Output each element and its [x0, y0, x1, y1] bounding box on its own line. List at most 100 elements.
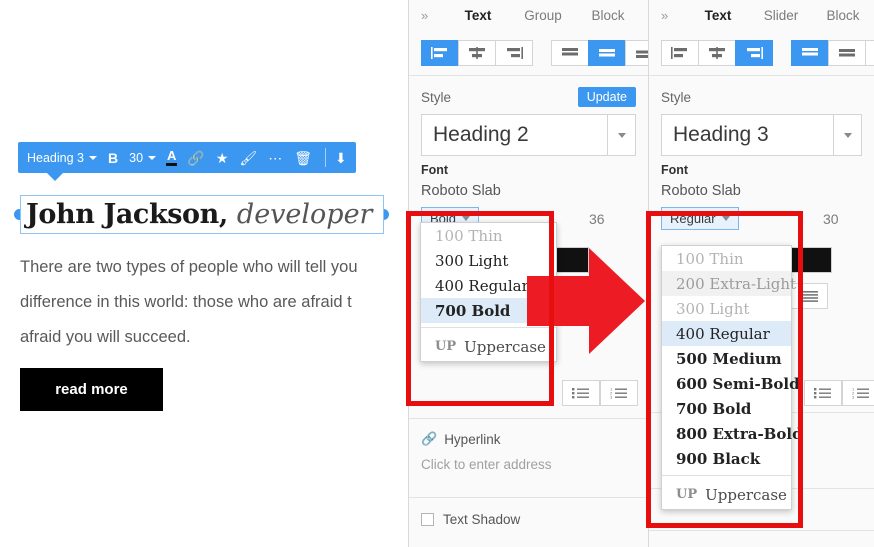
font-size-value[interactable]: 36 — [589, 211, 605, 227]
align-center-icon[interactable] — [698, 39, 736, 66]
weight-option[interactable]: 300 Light — [662, 296, 791, 321]
uppercase-option[interactable]: UP Uppercase — [662, 480, 791, 509]
chevron-down-icon — [89, 155, 97, 160]
toolbar-fontsize-dropdown[interactable]: 30 — [129, 150, 157, 165]
toolbar-style-dropdown[interactable]: Heading 3 — [27, 151, 97, 165]
tab-group[interactable]: Group — [509, 8, 577, 23]
screenshot-root: Heading 3 B 30 A 🔗 ★ 🖌 ⋯ 🗑 ⬇ John Jackso… — [0, 0, 874, 547]
bulleted-list-icon[interactable] — [804, 380, 842, 406]
toolbar-divider — [324, 148, 326, 167]
weight-option[interactable]: 100 Thin — [421, 223, 556, 248]
weight-option[interactable]: 700 Bold — [662, 396, 791, 421]
body-line: There are two types of people who will t… — [20, 258, 358, 276]
hyperlink-row[interactable]: 🔗 Hyperlink — [421, 431, 636, 447]
toolbar-style-label: Heading 3 — [27, 150, 84, 165]
body-line: afraid you will succeed. — [20, 328, 191, 346]
right-style-header: Style — [661, 80, 862, 114]
more-icon[interactable]: ⋯ — [268, 151, 283, 165]
weight-option-selected[interactable]: 400 Regular — [662, 321, 791, 346]
tab-block[interactable]: Block — [813, 8, 873, 23]
style-section-label: Style — [661, 89, 692, 105]
font-size-value[interactable]: 30 — [823, 211, 839, 227]
tab-text[interactable]: Text — [447, 8, 509, 23]
align-right-icon[interactable] — [495, 39, 533, 66]
menu-divider — [662, 475, 791, 476]
link-icon: 🔗 — [421, 431, 438, 446]
star-icon[interactable]: ★ — [216, 151, 229, 165]
align-right-icon[interactable] — [735, 39, 773, 66]
text-shadow-checkbox[interactable] — [421, 513, 434, 526]
weight-option[interactable]: 100 Thin — [662, 246, 791, 271]
font-family-value[interactable]: Roboto Slab — [661, 183, 862, 199]
tab-block[interactable]: Block — [577, 8, 639, 23]
chevron-down-icon[interactable] — [833, 115, 861, 155]
svg-text:3: 3 — [852, 394, 855, 399]
tab-text[interactable]: Text — [687, 8, 749, 23]
middle-text-shadow-row[interactable]: Text Shadow — [409, 497, 648, 541]
trash-icon[interactable]: 🗑 — [294, 151, 312, 165]
toolbar-fontsize-label: 30 — [129, 150, 144, 165]
style-select[interactable]: Heading 3 — [661, 114, 862, 156]
font-label: Font — [661, 163, 689, 177]
valign-top-icon[interactable] — [551, 39, 589, 66]
annotation-right-arrow — [527, 248, 645, 354]
style-select-value: Heading 3 — [673, 123, 769, 146]
style-select-value: Heading 2 — [433, 123, 529, 146]
toolbar-bold-label: B — [108, 149, 119, 166]
align-center-icon[interactable] — [458, 39, 496, 66]
bulleted-list-icon[interactable] — [562, 380, 600, 406]
vertical-align-group — [551, 39, 663, 66]
text-shadow-label: Text Shadow — [443, 512, 521, 527]
middle-style-header: Style Update — [421, 80, 636, 114]
weight-option[interactable]: 500 Medium — [662, 346, 791, 371]
hyperlink-address-input[interactable]: Click to enter address — [421, 457, 636, 472]
toolbar-bold-button[interactable]: B — [108, 150, 118, 166]
vertical-align-group — [791, 39, 874, 66]
horizontal-align-group — [421, 39, 533, 66]
link-icon[interactable]: 🔗 — [187, 151, 204, 165]
valign-bottom-icon[interactable] — [865, 39, 874, 66]
weight-option[interactable]: 200 Extra-Light — [662, 271, 796, 296]
update-button[interactable]: Update — [577, 87, 636, 107]
numbered-list-icon[interactable]: 123 — [600, 380, 638, 406]
chevron-down-icon — [462, 216, 471, 221]
weight-option[interactable]: 600 Semi-Bold — [662, 371, 800, 396]
collapse-chevron-icon[interactable]: » — [421, 8, 447, 23]
right-settings-panel: » Text Slider Block Style Heading 3 Font… — [648, 0, 874, 547]
style-section-label: Style — [421, 89, 452, 105]
right-alignment-row — [649, 30, 874, 76]
right-style-section: Style Heading 3 Font Roboto Slab Regular… — [649, 80, 874, 230]
middle-style-section: Style Update Heading 2 Font Roboto Slab … — [409, 80, 648, 230]
headline-editable-block[interactable]: John Jackson, developer — [20, 195, 384, 234]
right-font-weight-menu[interactable]: 100 Thin 200 Extra-Light 300 Light 400 R… — [661, 245, 803, 510]
read-more-button[interactable]: read more — [20, 368, 163, 411]
valign-middle-icon[interactable] — [588, 39, 626, 66]
font-label: Font — [421, 163, 449, 177]
middle-panel-tabs: » Text Group Block — [409, 0, 648, 30]
align-left-icon[interactable] — [421, 39, 459, 66]
collapse-chevron-icon[interactable]: » — [661, 8, 687, 23]
eraser-icon[interactable]: 🖌 — [239, 151, 257, 165]
uppercase-label: Uppercase — [705, 485, 787, 504]
uppercase-prefix: UP — [435, 339, 457, 354]
weight-option[interactable]: 900 Black — [662, 446, 791, 471]
style-select[interactable]: Heading 2 — [421, 114, 636, 156]
valign-top-icon[interactable] — [791, 39, 829, 66]
body-paragraph[interactable]: There are two types of people who will t… — [20, 250, 388, 355]
inline-editor-toolbar[interactable]: Heading 3 B 30 A 🔗 ★ 🖌 ⋯ 🗑 ⬇ — [18, 142, 356, 173]
font-family-value[interactable]: Roboto Slab — [421, 183, 636, 199]
download-icon[interactable]: ⬇ — [335, 151, 347, 165]
font-weight-value: Regular — [670, 211, 716, 226]
toolbar-pointer — [47, 173, 63, 181]
valign-middle-icon[interactable] — [828, 39, 866, 66]
tab-slider[interactable]: Slider — [749, 8, 813, 23]
align-left-icon[interactable] — [661, 39, 699, 66]
middle-hyperlink-section: 🔗 Hyperlink Click to enter address — [409, 418, 648, 484]
numbered-list-icon[interactable]: 123 — [842, 380, 874, 406]
right-panel-tabs: » Text Slider Block — [649, 0, 874, 30]
font-weight-dropdown[interactable]: Regular — [661, 207, 739, 230]
hyperlink-label: Hyperlink — [444, 431, 501, 447]
font-color-icon[interactable]: A — [165, 149, 178, 166]
chevron-down-icon[interactable] — [607, 115, 635, 155]
weight-option[interactable]: 800 Extra-Bold — [662, 421, 803, 446]
